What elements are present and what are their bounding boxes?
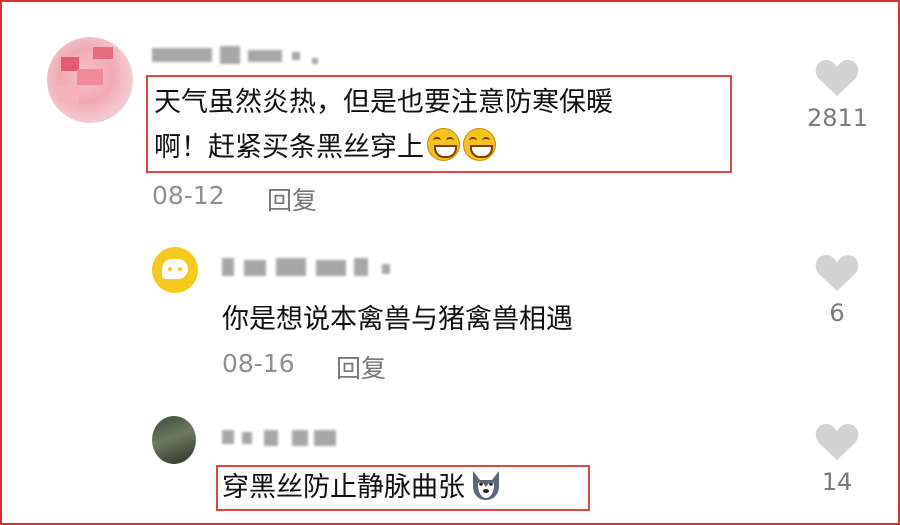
like-button[interactable]: 2811 bbox=[807, 58, 869, 132]
reply-button[interactable]: 回复 bbox=[267, 181, 317, 217]
username-blurred[interactable] bbox=[152, 40, 332, 70]
avatar[interactable] bbox=[47, 37, 133, 123]
avatar[interactable] bbox=[152, 416, 196, 464]
grinning-face-icon bbox=[463, 128, 496, 161]
like-button[interactable]: 6 bbox=[807, 253, 867, 327]
like-count: 6 bbox=[829, 299, 845, 327]
husky-dog-icon bbox=[473, 471, 499, 500]
grinning-face-icon bbox=[427, 128, 460, 161]
like-count: 2811 bbox=[807, 104, 869, 132]
heart-icon bbox=[815, 424, 859, 460]
reply-button[interactable]: 回复 bbox=[336, 349, 386, 385]
username-blurred[interactable] bbox=[222, 422, 352, 452]
comment-text-line: 穿黑丝防止静脉曲张 bbox=[222, 468, 503, 507]
avatar[interactable] bbox=[152, 247, 198, 293]
heart-icon bbox=[815, 255, 859, 291]
comment-text: 你是想说本禽兽与猪禽兽相遇 bbox=[222, 304, 573, 335]
username-blurred[interactable] bbox=[222, 252, 402, 282]
comment-text: 穿黑丝防止静脉曲张 bbox=[222, 472, 465, 503]
like-button[interactable]: 14 bbox=[807, 422, 867, 496]
heart-icon bbox=[815, 60, 859, 96]
comment-text: 啊！赶紧买条黑丝穿上 bbox=[154, 132, 424, 163]
comment-date: 08-12 bbox=[152, 181, 225, 210]
comment-text-line: 啊！赶紧买条黑丝穿上 bbox=[154, 128, 496, 167]
comment-text-line: 天气虽然炎热，但是也要注意防寒保暖 bbox=[154, 87, 613, 118]
like-count: 14 bbox=[821, 468, 853, 496]
comment-date: 08-16 bbox=[222, 349, 295, 378]
